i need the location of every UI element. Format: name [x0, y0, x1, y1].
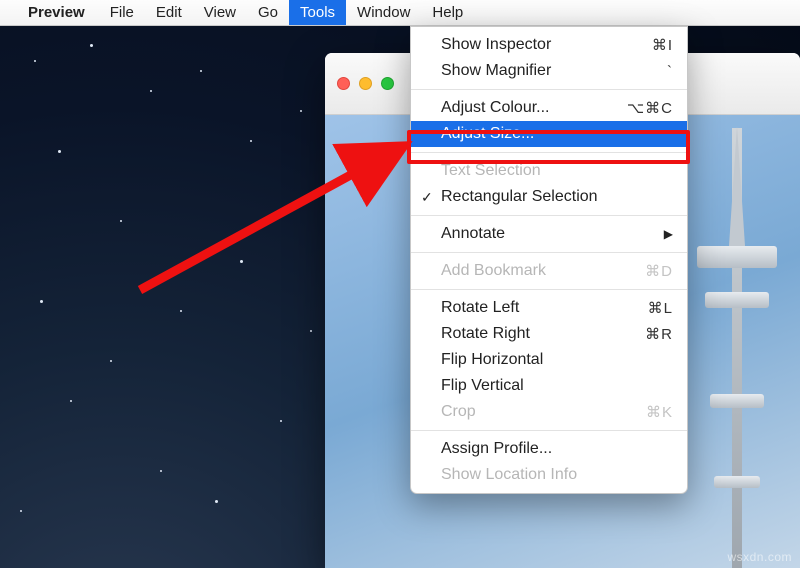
menu-window[interactable]: Window	[346, 0, 421, 25]
menu-separator	[411, 89, 687, 90]
menu-item-label: Annotate	[441, 225, 505, 243]
menu-bar: Preview FileEditViewGoToolsWindowHelp	[0, 0, 800, 26]
menu-item-text-selection: Text Selection	[411, 158, 687, 184]
menu-separator	[411, 430, 687, 431]
menu-shortcut: ⌘I	[652, 36, 673, 54]
menu-shortcut: `	[667, 63, 673, 80]
traffic-lights	[337, 77, 394, 90]
menu-separator	[411, 289, 687, 290]
menu-item-label: Flip Horizontal	[441, 351, 543, 369]
menu-file[interactable]: File	[99, 0, 145, 25]
maximize-icon[interactable]	[381, 77, 394, 90]
menu-item-crop: Crop ⌘K	[411, 399, 687, 425]
menu-item-label: Rotate Left	[441, 299, 519, 317]
menu-item-show-inspector[interactable]: Show Inspector ⌘I	[411, 32, 687, 58]
menu-separator	[411, 215, 687, 216]
menu-separator	[411, 152, 687, 153]
menu-item-label: Text Selection	[441, 162, 541, 180]
menu-item-show-magnifier[interactable]: Show Magnifier `	[411, 58, 687, 84]
menu-shortcut: ⌥⌘C	[627, 99, 673, 117]
menu-shortcut: ⌘L	[648, 299, 673, 317]
menu-item-flip-vertical[interactable]: Flip Vertical	[411, 373, 687, 399]
checkmark-icon: ✓	[421, 189, 433, 206]
menu-item-label: Adjust Colour...	[441, 99, 550, 117]
menu-help[interactable]: Help	[421, 0, 474, 25]
menu-item-label: Flip Vertical	[441, 377, 524, 395]
menu-go[interactable]: Go	[247, 0, 289, 25]
menu-shortcut: ⌘R	[645, 325, 673, 343]
tools-menu-dropdown: Show Inspector ⌘I Show Magnifier ` Adjust Co…	[410, 26, 688, 494]
menu-item-add-bookmark: Add Bookmark ⌘D	[411, 258, 687, 284]
close-icon[interactable]	[337, 77, 350, 90]
menu-item-adjust-colour[interactable]: Adjust Colour... ⌥⌘C	[411, 95, 687, 121]
menu-item-label: Rectangular Selection	[441, 188, 598, 206]
menu-view[interactable]: View	[193, 0, 247, 25]
menu-item-flip-horizontal[interactable]: Flip Horizontal	[411, 347, 687, 373]
menu-item-label: Crop	[441, 403, 476, 421]
menu-item-adjust-size[interactable]: Adjust Size...	[411, 121, 687, 147]
menu-item-label: Show Inspector	[441, 36, 551, 54]
submenu-arrow-icon: ▶	[664, 227, 673, 241]
app-name[interactable]: Preview	[28, 4, 85, 21]
sky-tower-graphic	[692, 128, 782, 568]
menu-separator	[411, 252, 687, 253]
menu-item-rectangular-selection[interactable]: ✓ Rectangular Selection	[411, 184, 687, 210]
menu-tools[interactable]: Tools	[289, 0, 346, 25]
menu-item-rotate-right[interactable]: Rotate Right ⌘R	[411, 321, 687, 347]
menu-item-annotate[interactable]: Annotate ▶	[411, 221, 687, 247]
menu-item-label: Show Magnifier	[441, 62, 551, 80]
menu-shortcut: ⌘K	[646, 403, 673, 421]
menu-item-assign-profile[interactable]: Assign Profile...	[411, 436, 687, 462]
menu-item-label: Rotate Right	[441, 325, 530, 343]
menu-shortcut: ⌘D	[645, 262, 673, 280]
menu-item-label: Show Location Info	[441, 466, 577, 484]
menu-item-label: Assign Profile...	[441, 440, 552, 458]
menu-item-label: Adjust Size...	[441, 125, 534, 143]
watermark: wsxdn.com	[727, 550, 792, 564]
menu-edit[interactable]: Edit	[145, 0, 193, 25]
menu-item-rotate-left[interactable]: Rotate Left ⌘L	[411, 295, 687, 321]
menu-item-label: Add Bookmark	[441, 262, 546, 280]
menu-item-show-location-info: Show Location Info	[411, 462, 687, 488]
minimize-icon[interactable]	[359, 77, 372, 90]
